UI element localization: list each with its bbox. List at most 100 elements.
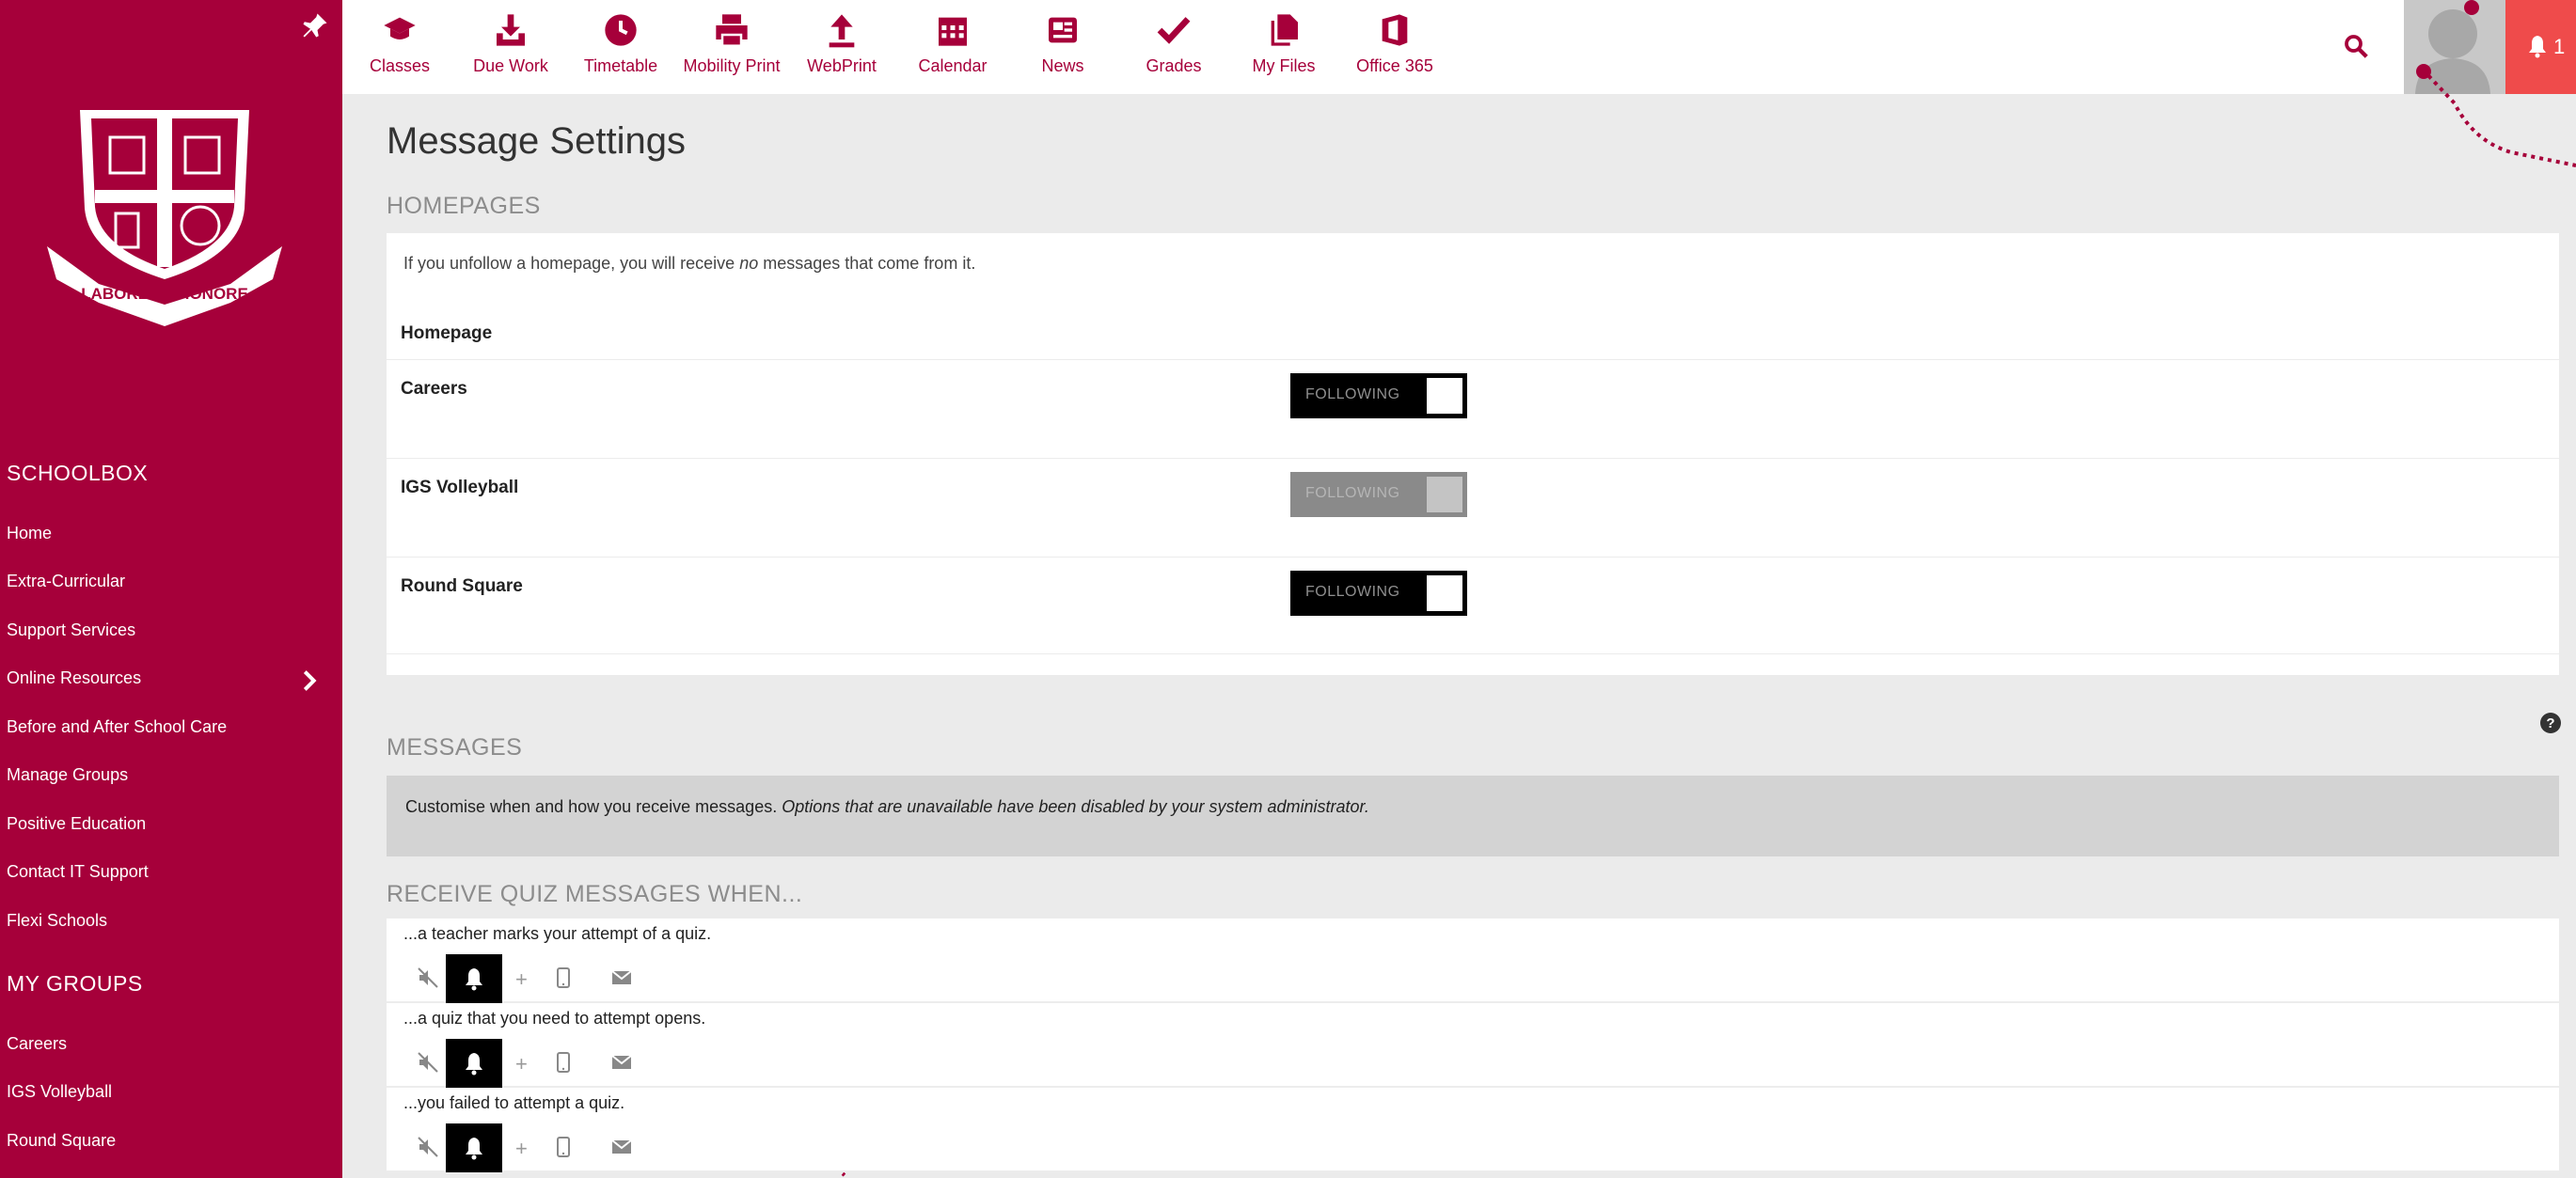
section-title-homepages: HOMEPAGES [387,193,541,219]
nav-label: Timetable [583,56,658,75]
mail-icon [611,970,632,984]
mail-icon [611,1055,632,1069]
nav-label: Due Work [473,56,548,75]
section-title-quiz: RECEIVE QUIZ MESSAGES WHEN... [387,881,803,907]
homepages-note: If you unfollow a homepage, you will rec… [403,254,976,273]
sidebar-group-round-square[interactable]: Round Square [7,1131,116,1151]
follow-toggle[interactable]: FOLLOWING [1290,571,1467,616]
sidebar-item-online-resources[interactable]: Online Resources [7,668,141,688]
search-icon[interactable] [2342,32,2370,60]
files-icon [1271,14,1298,46]
nav-label: My Files [1252,56,1316,75]
nav-label: Grades [1146,56,1202,75]
download-tray-icon [497,14,525,46]
office-365-icon [1382,14,1408,46]
nav-label: Office 365 [1356,56,1433,75]
mute-icon [418,967,438,988]
clock-icon [605,14,637,46]
mobile-icon [557,967,570,988]
nav-grades[interactable]: Grades [1118,11,1229,76]
sidebar-item-home[interactable]: Home [7,524,52,543]
pin-icon[interactable] [301,11,329,39]
mute-icon [418,1137,438,1157]
sidebar-heading-schoolbox: SCHOOLBOX [7,461,149,485]
upload-icon [829,14,855,48]
quiz-message-label: ...a quiz that you need to attempt opens… [403,1009,706,1028]
bell-option[interactable] [446,954,502,1003]
plus-icon: + [515,1052,528,1076]
mail-icon [611,1139,632,1154]
toggle-knob [1427,378,1462,414]
nav-timetable[interactable]: Timetable [565,11,676,76]
school-crest-logo: LABORE ET HONORE [47,110,282,326]
email-option[interactable] [601,1039,642,1088]
quiz-message-row: ...a quiz that you need to attempt opens… [387,1003,2559,1088]
nav-calendar[interactable]: Calendar [897,11,1008,76]
nav-label: Mobility Print [683,56,781,75]
plus-separator: + [508,954,534,1003]
email-option[interactable] [601,1123,642,1172]
nav-my-files[interactable]: My Files [1228,11,1339,76]
nav-label: Classes [369,56,431,75]
divider [387,653,2559,654]
nav-label: News [1041,56,1084,75]
toggle-label: FOLLOWING [1305,584,1400,600]
sidebar-item-flexi-schools[interactable]: Flexi Schools [7,911,107,931]
plus-icon: + [515,967,528,991]
mute-icon [418,1052,438,1073]
sidebar-item-manage-groups[interactable]: Manage Groups [7,765,128,785]
section-title-messages: MESSAGES [387,734,523,761]
bell-icon [466,1138,482,1160]
nav-classes[interactable]: Classes [344,11,455,76]
nav-due-work[interactable]: Due Work [455,11,566,76]
sidebar-item-support-services[interactable]: Support Services [7,620,135,640]
mobile-option[interactable] [545,1123,582,1172]
quiz-message-label: ...a teacher marks your attempt of a qui… [403,924,712,943]
mobile-icon [557,1052,570,1073]
toggle-knob [1427,575,1462,611]
toggle-label: FOLLOWING [1305,485,1400,501]
bell-icon [2529,36,2546,58]
bell-icon [466,1053,482,1076]
mobile-icon [557,1137,570,1157]
sidebar-group-careers[interactable]: Careers [7,1034,67,1054]
sidebar-group-igs-volleyball[interactable]: IGS Volleyball [7,1082,112,1102]
homepage-column-header: Homepage [401,323,493,343]
quiz-message-row: ...a teacher marks your attempt of a qui… [387,919,2559,1003]
sidebar: LABORE ET HONORE SCHOOLBOX Home Extra-Cu… [0,0,342,1178]
mobile-option[interactable] [545,954,582,1003]
quiz-message-row: ...you failed to attempt a quiz. + [387,1088,2559,1172]
quiz-message-label: ...you failed to attempt a quiz. [403,1093,625,1112]
sidebar-item-extra-curricular[interactable]: Extra-Curricular [7,572,125,591]
chevron-right-icon[interactable] [301,670,318,691]
homepages-panel: If you unfollow a homepage, you will rec… [387,233,2559,675]
page-title: Message Settings [387,120,686,162]
nav-mobility-print[interactable]: Mobility Print [676,11,787,76]
calendar-icon [939,17,967,46]
email-option[interactable] [601,954,642,1003]
crest-motto: LABORE ET HONORE [81,285,248,303]
help-icon[interactable]: ? [2539,712,2562,734]
sidebar-item-before-after-school-care[interactable]: Before and After School Care [7,717,227,737]
sidebar-item-positive-education[interactable]: Positive Education [7,814,146,834]
svg-text:?: ? [2546,715,2554,731]
homepage-name: IGS Volleyball [401,478,519,497]
follow-toggle[interactable]: FOLLOWING [1290,373,1467,418]
messages-info-text: Customise when and how you receive messa… [405,797,1369,816]
plus-icon: + [515,1137,528,1160]
nav-webprint[interactable]: WebPrint [786,11,897,76]
homepage-row: Round Square FOLLOWING [387,557,2559,655]
bell-option[interactable] [446,1039,502,1088]
nav-label: WebPrint [807,56,877,75]
nav-office-365[interactable]: Office 365 [1339,11,1450,76]
checkmark-icon [1157,17,1191,44]
nav-label: Calendar [918,56,988,75]
decorative-dotted-line [2421,68,2576,167]
mobile-option[interactable] [545,1039,582,1088]
bell-option[interactable] [446,1123,502,1172]
graduation-cap-icon [384,17,416,39]
plus-separator: + [508,1039,534,1088]
nav-news[interactable]: News [1007,11,1118,76]
sidebar-item-contact-it-support[interactable]: Contact IT Support [7,862,149,882]
printer-icon [716,14,748,47]
